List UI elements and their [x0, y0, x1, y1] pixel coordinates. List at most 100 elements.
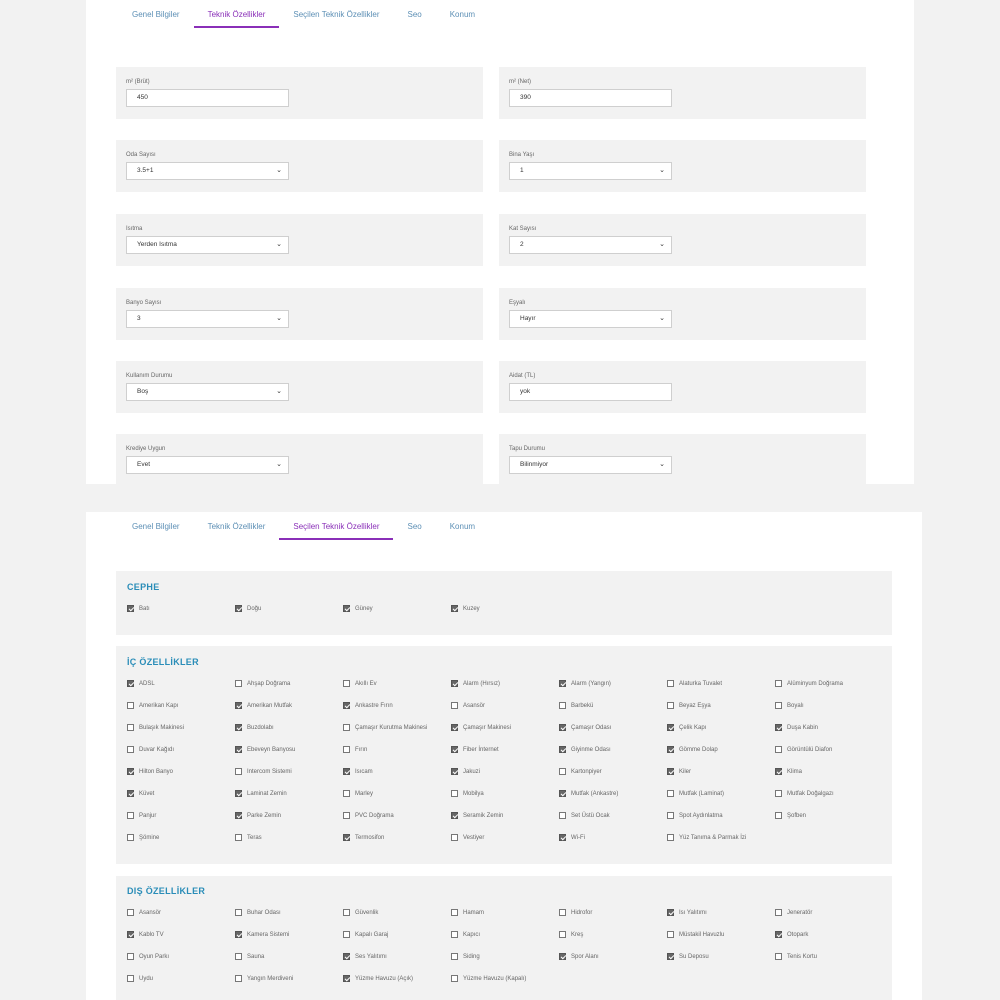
checkbox-su-deposu[interactable]: Su Deposu [667, 952, 709, 962]
checkbox-buhar-odas[interactable]: Buhar Odası [235, 908, 281, 918]
checkbox-f-r-n[interactable]: Fırın [343, 745, 367, 755]
checkbox-is-yal-t-m[interactable]: Isı Yalıtımı [667, 908, 707, 918]
select-is-tma[interactable]: Yerden Isıtma ⌄ [126, 236, 289, 254]
checkbox-celik-kap[interactable]: Çelik Kapı [667, 723, 706, 733]
tab-secilen-teknik-ozellikler[interactable]: Seçilen Teknik Özellikler [279, 516, 394, 540]
checkbox-yuz-tan-ma-parmak-izi[interactable]: Yüz Tanıma & Parmak İzi [667, 833, 746, 843]
checkbox-gomme-dolap[interactable]: Gömme Dolap [667, 745, 718, 755]
checkbox-kap-c[interactable]: Kapıcı [451, 930, 480, 940]
checkbox-spot-ayd-nlatma[interactable]: Spot Aydınlatma [667, 811, 723, 821]
checkbox-yuzme-havuzu-ac-k[interactable]: Yüzme Havuzu (Açık) [343, 974, 413, 984]
checkbox-ahsap-dograma[interactable]: Ahşap Doğrama [235, 679, 290, 689]
checkbox-duvar-kag-d[interactable]: Duvar Kağıdı [127, 745, 174, 755]
checkbox-termosifon[interactable]: Termosifon [343, 833, 384, 843]
checkbox-guney[interactable]: Güney [343, 604, 373, 614]
checkbox-teras[interactable]: Teras [235, 833, 262, 843]
select-banyo-say-s[interactable]: 3 ⌄ [126, 310, 289, 328]
checkbox-alarm-yang-n[interactable]: Alarm (Yangın) [559, 679, 611, 689]
checkbox-giyinme-odas[interactable]: Giyinme Odası [559, 745, 611, 755]
checkbox-spor-alan[interactable]: Spor Alanı [559, 952, 599, 962]
select-kat-say-s[interactable]: 2 ⌄ [509, 236, 672, 254]
tab-konum[interactable]: Konum [436, 516, 489, 540]
checkbox-dusa-kabin[interactable]: Duşa Kabin [775, 723, 818, 733]
checkbox-mobilya[interactable]: Mobilya [451, 789, 484, 799]
checkbox-otopark[interactable]: Otopark [775, 930, 808, 940]
select-oda-say-s[interactable]: 3.5+1 ⌄ [126, 162, 289, 180]
checkbox-buzdolab[interactable]: Buzdolabı [235, 723, 274, 733]
checkbox-jakuzi[interactable]: Jakuzi [451, 767, 480, 777]
checkbox-mutfak-ankastre[interactable]: Mutfak (Ankastre) [559, 789, 618, 799]
select-esyal[interactable]: Hayır ⌄ [509, 310, 672, 328]
checkbox-bulas-k-makinesi[interactable]: Bulaşık Makinesi [127, 723, 184, 733]
checkbox-marley[interactable]: Marley [343, 789, 373, 799]
checkbox-seramik-zemin[interactable]: Seramik Zemin [451, 811, 503, 821]
checkbox-siding[interactable]: Siding [451, 952, 480, 962]
input-aidat-tl[interactable]: yok [509, 383, 672, 401]
select-tapu-durumu[interactable]: Bilinmiyor ⌄ [509, 456, 672, 474]
checkbox-mutfak-dogalgaz[interactable]: Mutfak Doğalgazı [775, 789, 834, 799]
select-krediye-uygun[interactable]: Evet ⌄ [126, 456, 289, 474]
checkbox-somine[interactable]: Şömine [127, 833, 159, 843]
checkbox-vestiyer[interactable]: Vestiyer [451, 833, 484, 843]
tab-genel-bilgiler[interactable]: Genel Bilgiler [118, 516, 194, 540]
checkbox-sofben[interactable]: Şofben [775, 811, 806, 821]
checkbox-amerikan-mutfak[interactable]: Amerikan Mutfak [235, 701, 292, 711]
tab-seo[interactable]: Seo [393, 4, 435, 28]
checkbox-kuvet[interactable]: Küvet [127, 789, 154, 799]
tab-teknik-ozellikler[interactable]: Teknik Özellikler [194, 516, 280, 540]
checkbox-ses-yal-t-m[interactable]: Ses Yalıtımı [343, 952, 387, 962]
checkbox-ankastre-f-r-n[interactable]: Ankastre Fırın [343, 701, 393, 711]
checkbox-ebeveyn-banyosu[interactable]: Ebeveyn Banyosu [235, 745, 295, 755]
input-m-net[interactable]: 390 [509, 89, 672, 107]
checkbox-kablo-tv[interactable]: Kablo TV [127, 930, 164, 940]
checkbox-kapal-garaj[interactable]: Kapalı Garaj [343, 930, 388, 940]
checkbox-boyal[interactable]: Boyalı [775, 701, 804, 711]
checkbox-camas-r-kurutma-makinesi[interactable]: Çamaşır Kurutma Makinesi [343, 723, 427, 733]
checkbox-bat[interactable]: Batı [127, 604, 150, 614]
checkbox-set-ustu-ocak[interactable]: Set Üstü Ocak [559, 811, 610, 821]
checkbox-kartonpiyer[interactable]: Kartonpiyer [559, 767, 602, 777]
checkbox-klima[interactable]: Klima [775, 767, 802, 777]
tab-genel-bilgiler[interactable]: Genel Bilgiler [118, 4, 194, 28]
checkbox-laminat-zemin[interactable]: Laminat Zemin [235, 789, 287, 799]
checkbox-intercom-sistemi[interactable]: Intercom Sistemi [235, 767, 292, 777]
checkbox-kamera-sistemi[interactable]: Kamera Sistemi [235, 930, 289, 940]
tab-secilen-teknik-ozellikler[interactable]: Seçilen Teknik Özellikler [279, 4, 393, 28]
checkbox-yuzme-havuzu-kapal[interactable]: Yüzme Havuzu (Kapalı) [451, 974, 526, 984]
checkbox-asansor[interactable]: Asansör [451, 701, 485, 711]
tab-teknik-ozellikler[interactable]: Teknik Özellikler [193, 4, 280, 28]
checkbox-jenerator[interactable]: Jeneratör [775, 908, 812, 918]
checkbox-uydu[interactable]: Uydu [127, 974, 153, 984]
checkbox-hamam[interactable]: Hamam [451, 908, 484, 918]
checkbox-panjur[interactable]: Panjur [127, 811, 156, 821]
checkbox-amerikan-kap[interactable]: Amerikan Kapı [127, 701, 178, 711]
checkbox-is-cam[interactable]: Isıcam [343, 767, 373, 777]
checkbox-hilton-banyo[interactable]: Hilton Banyo [127, 767, 173, 777]
checkbox-mustakil-havuzlu[interactable]: Müstakil Havuzlu [667, 930, 724, 940]
checkbox-kres[interactable]: Kreş [559, 930, 583, 940]
checkbox-goruntulu-diafon[interactable]: Görüntülü Diafon [775, 745, 832, 755]
checkbox-camas-r-makinesi[interactable]: Çamaşır Makinesi [451, 723, 511, 733]
checkbox-guvenlik[interactable]: Güvenlik [343, 908, 378, 918]
checkbox-pvc-dograma[interactable]: PVC Doğrama [343, 811, 394, 821]
select-kullan-m-durumu[interactable]: Boş ⌄ [126, 383, 289, 401]
checkbox-kuzey[interactable]: Kuzey [451, 604, 480, 614]
checkbox-wi-fi[interactable]: Wi-Fi [559, 833, 585, 843]
select-bina-yas[interactable]: 1 ⌄ [509, 162, 672, 180]
checkbox-ak-ll-ev[interactable]: Akıllı Ev [343, 679, 377, 689]
checkbox-alaturka-tuvalet[interactable]: Alaturka Tuvalet [667, 679, 722, 689]
checkbox-hidrofor[interactable]: Hidrofor [559, 908, 592, 918]
checkbox-alarm-h-rs-z[interactable]: Alarm (Hırsız) [451, 679, 500, 689]
tab-konum[interactable]: Konum [436, 4, 489, 28]
checkbox-barbeku[interactable]: Barbekü [559, 701, 593, 711]
checkbox-yang-n-merdiveni[interactable]: Yangın Merdiveni [235, 974, 293, 984]
input-m-brut[interactable]: 450 [126, 89, 289, 107]
checkbox-adsl[interactable]: ADSL [127, 679, 155, 689]
checkbox-sauna[interactable]: Sauna [235, 952, 264, 962]
checkbox-tenis-kortu[interactable]: Tenis Kortu [775, 952, 817, 962]
checkbox-mutfak-laminat[interactable]: Mutfak (Laminat) [667, 789, 724, 799]
checkbox-fiber-internet[interactable]: Fiber İnternet [451, 745, 499, 755]
checkbox-aluminyum-dograma[interactable]: Alüminyum Doğrama [775, 679, 843, 689]
tab-seo[interactable]: Seo [393, 516, 435, 540]
checkbox-kiler[interactable]: Kiler [667, 767, 691, 777]
